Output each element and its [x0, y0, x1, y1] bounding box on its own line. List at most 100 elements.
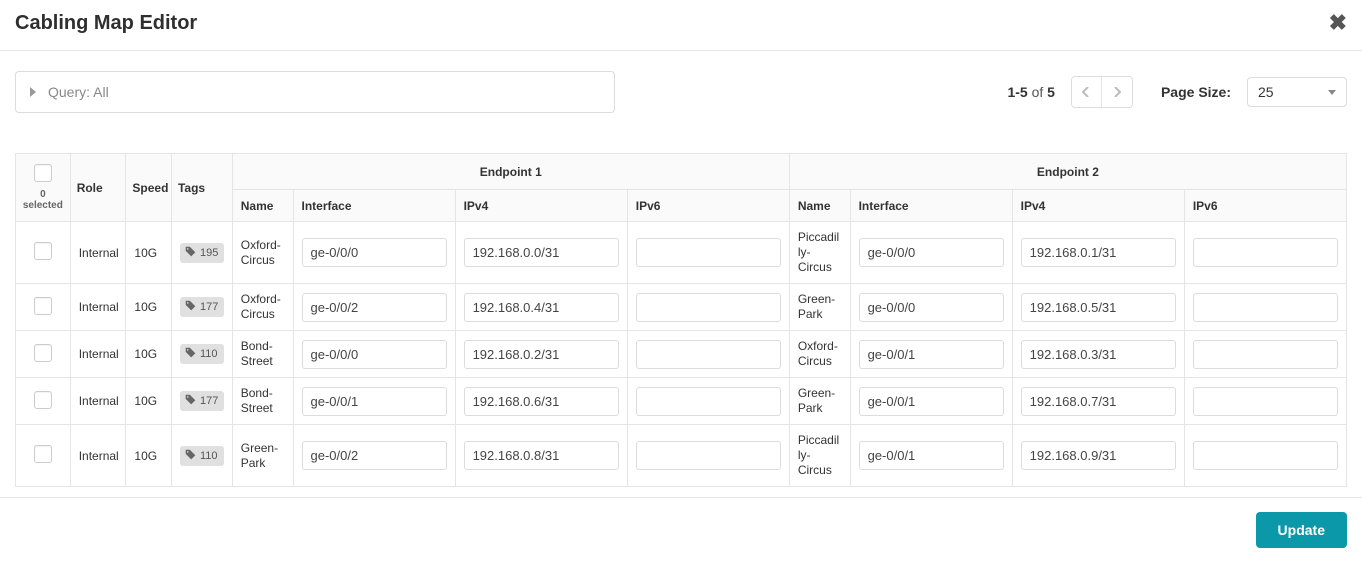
table-body: Internal10G195Oxford-CircusPiccadilly-Ci… — [16, 222, 1347, 487]
cell-speed: 10G — [126, 222, 172, 284]
cell-role: Internal — [70, 284, 126, 331]
cell-ep2-name: Oxford-Circus — [789, 331, 850, 378]
tag-icon — [185, 300, 196, 314]
col-tags-header: Tags — [171, 154, 232, 222]
query-filter[interactable]: Query: All — [15, 71, 615, 113]
cell-role: Internal — [70, 222, 126, 284]
ep1-ipv6-input[interactable] — [636, 387, 781, 416]
tag-badge[interactable]: 177 — [180, 297, 224, 317]
cell-ep1-name: Oxford-Circus — [232, 284, 293, 331]
ep1-ipv4-input[interactable] — [464, 340, 619, 369]
ep1-interface-input[interactable] — [302, 293, 447, 322]
cell-ep1-name: Green-Park — [232, 425, 293, 487]
tag-badge[interactable]: 177 — [180, 391, 224, 411]
tag-icon — [185, 347, 196, 361]
ep1-interface-input[interactable] — [302, 387, 447, 416]
ep2-interface-input[interactable] — [859, 441, 1004, 470]
page-title: Cabling Map Editor — [15, 12, 197, 35]
tag-icon — [185, 246, 196, 260]
ep2-interface-input[interactable] — [859, 387, 1004, 416]
cell-ep1-name: Bond-Street — [232, 331, 293, 378]
cell-ep2-name: Green-Park — [789, 378, 850, 425]
ep1-interface-input[interactable] — [302, 238, 447, 267]
col-ep1-ipv6: IPv6 — [627, 190, 789, 222]
ep1-ipv6-input[interactable] — [636, 441, 781, 470]
pagination-range: 1-5 of 5 — [1007, 84, 1055, 100]
ep2-interface-input[interactable] — [859, 293, 1004, 322]
ep1-ipv4-input[interactable] — [464, 387, 619, 416]
next-page-button[interactable] — [1102, 77, 1132, 107]
select-all-checkbox[interactable] — [34, 164, 52, 182]
row-checkbox[interactable] — [34, 344, 52, 362]
footer: Update — [0, 497, 1362, 548]
col-ep1-ipv4: IPv4 — [455, 190, 627, 222]
ep1-interface-input[interactable] — [302, 340, 447, 369]
ep2-ipv4-input[interactable] — [1021, 340, 1176, 369]
row-checkbox[interactable] — [34, 391, 52, 409]
query-label: Query: All — [48, 84, 109, 100]
col-ep2-name: Name — [789, 190, 850, 222]
ep2-interface-input[interactable] — [859, 238, 1004, 267]
row-checkbox[interactable] — [34, 297, 52, 315]
tag-badge[interactable]: 195 — [180, 243, 224, 263]
ep2-ipv6-input[interactable] — [1193, 441, 1338, 470]
col-endpoint1-group: Endpoint 1 — [232, 154, 789, 190]
page-size-label: Page Size: — [1161, 84, 1231, 100]
range-bold: 1-5 — [1007, 84, 1027, 100]
col-ep1-interface: Interface — [293, 190, 455, 222]
ep2-ipv6-input[interactable] — [1193, 293, 1338, 322]
ep1-ipv4-input[interactable] — [464, 293, 619, 322]
cell-role: Internal — [70, 331, 126, 378]
update-button[interactable]: Update — [1256, 512, 1347, 548]
col-ep2-ipv4: IPv4 — [1012, 190, 1184, 222]
chevron-down-icon — [1328, 90, 1336, 95]
ep2-ipv4-input[interactable] — [1021, 387, 1176, 416]
cell-ep2-name: Green-Park — [789, 284, 850, 331]
ep1-ipv4-input[interactable] — [464, 238, 619, 267]
tag-count: 177 — [200, 395, 218, 407]
cell-ep2-name: Piccadilly-Circus — [789, 222, 850, 284]
modal-header: Cabling Map Editor ✖ — [0, 0, 1362, 51]
ep1-ipv6-input[interactable] — [636, 238, 781, 267]
cell-ep1-name: Oxford-Circus — [232, 222, 293, 284]
ep2-ipv4-input[interactable] — [1021, 441, 1176, 470]
table-row: Internal10G 195 Oxford-Circus Piccadilly-Ci… — [16, 222, 1347, 284]
row-checkbox[interactable] — [34, 242, 52, 260]
ep1-ipv6-input[interactable] — [636, 340, 781, 369]
toolbar: Query: All 1-5 of 5 Page Size: 25 — [0, 51, 1362, 123]
tag-badge[interactable]: 110 — [180, 344, 224, 364]
tag-badge[interactable]: 110 — [180, 446, 224, 466]
table-row: Internal10G 177 Oxford-Circus Green-Park — [16, 284, 1347, 331]
page-size-select[interactable]: 25 — [1247, 77, 1347, 107]
ep1-interface-input[interactable] — [302, 441, 447, 470]
cell-speed: 10G — [126, 284, 172, 331]
ep2-ipv6-input[interactable] — [1193, 387, 1338, 416]
tag-count: 177 — [200, 301, 218, 313]
col-ep1-name: Name — [232, 190, 293, 222]
page-size-value: 25 — [1258, 84, 1274, 100]
ep2-ipv4-input[interactable] — [1021, 293, 1176, 322]
cell-role: Internal — [70, 425, 126, 487]
row-checkbox[interactable] — [34, 445, 52, 463]
ep2-ipv6-input[interactable] — [1193, 340, 1338, 369]
col-role-header: Role — [70, 154, 126, 222]
ep1-ipv6-input[interactable] — [636, 293, 781, 322]
ep2-interface-input[interactable] — [859, 340, 1004, 369]
ep2-ipv4-input[interactable] — [1021, 238, 1176, 267]
tag-count: 110 — [200, 348, 218, 360]
cell-speed: 10G — [126, 425, 172, 487]
prev-page-button[interactable] — [1072, 77, 1102, 107]
range-total: 5 — [1047, 84, 1055, 100]
tag-count: 110 — [200, 450, 218, 462]
selected-count: 0 selected — [22, 189, 64, 211]
table-row: Internal10G177Bond-StreetGreen-Park — [16, 378, 1347, 425]
cell-speed: 10G — [126, 331, 172, 378]
close-icon[interactable]: ✖ — [1329, 10, 1347, 36]
cell-ep1-name: Bond-Street — [232, 378, 293, 425]
cell-speed: 10G — [126, 378, 172, 425]
ep2-ipv6-input[interactable] — [1193, 238, 1338, 267]
tag-count: 195 — [200, 247, 218, 259]
ep1-ipv4-input[interactable] — [464, 441, 619, 470]
pager — [1071, 76, 1133, 108]
table-row: Internal10G 110 Bond-Street Oxford-Circus — [16, 331, 1347, 378]
